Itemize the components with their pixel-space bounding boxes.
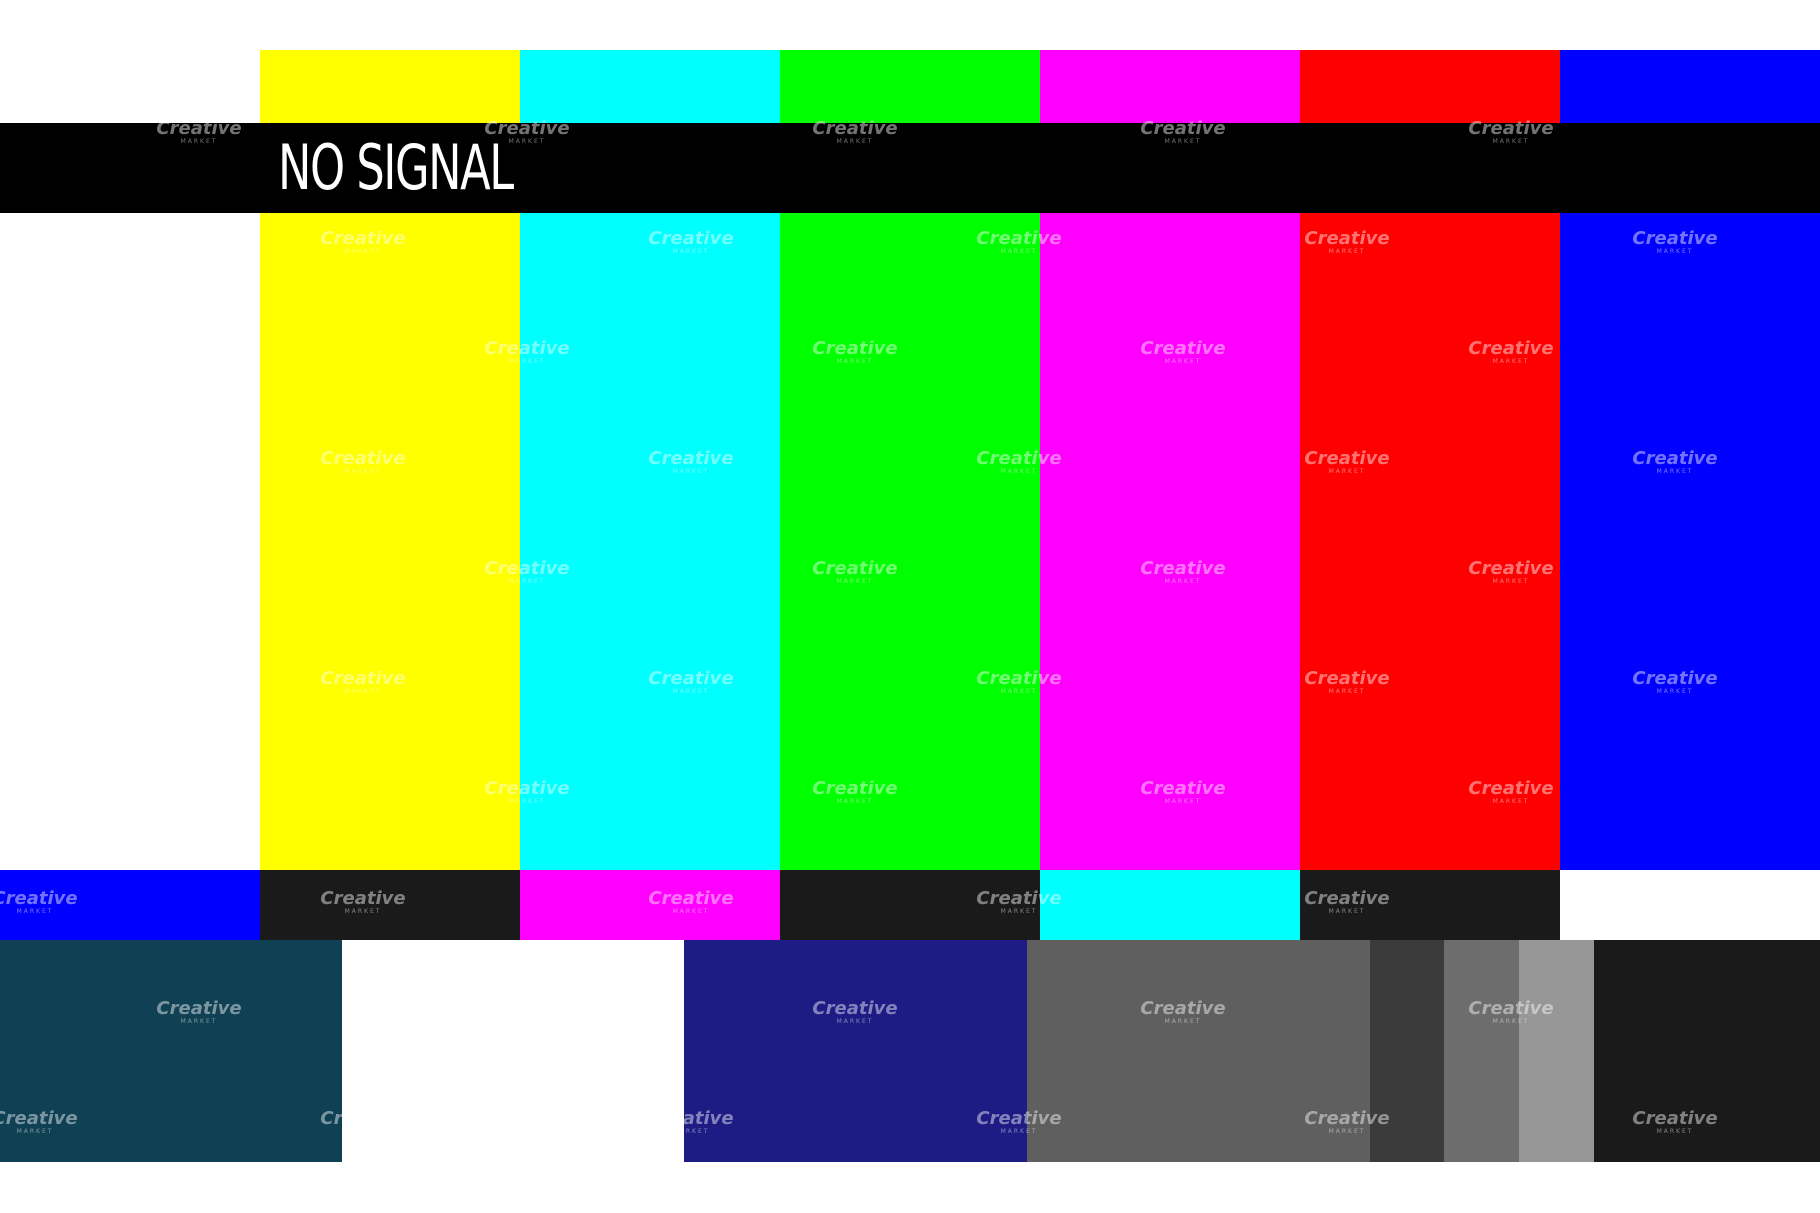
castellation-blue: [0, 870, 260, 940]
block-gray: [1027, 940, 1370, 1162]
castellation-strip: [0, 870, 1820, 940]
block-white: [342, 940, 684, 1162]
block-dark-teal: [0, 940, 342, 1162]
castellation-cyan: [1040, 870, 1300, 940]
watermark-subtitle: MARKET: [16, 28, 54, 35]
no-signal-text: NO SIGNAL: [278, 131, 514, 204]
block-indigo: [684, 940, 1027, 1162]
watermark: Creative MARKET: [1620, 10, 1730, 36]
watermark-subtitle: MARKET: [1328, 28, 1366, 35]
watermark-title: Creative: [320, 8, 406, 29]
watermark: Creative MARKET: [1292, 10, 1402, 36]
block-black: [1594, 940, 1820, 1162]
watermark: Creative MARKET: [964, 10, 1074, 36]
castellation-black: [780, 870, 1040, 940]
castellation-magenta: [520, 870, 780, 940]
watermark: Creative MARKET: [636, 10, 746, 36]
no-signal-banner: NO SIGNAL: [0, 123, 1820, 213]
block-pluge-light: [1519, 940, 1594, 1162]
watermark-title: Creative: [1304, 8, 1390, 29]
watermark-subtitle: MARKET: [1656, 28, 1694, 35]
watermark-title: Creative: [1632, 8, 1718, 29]
block-pluge-dark: [1370, 940, 1444, 1162]
watermark-title: Creative: [648, 8, 734, 29]
watermark-title: Creative: [0, 8, 78, 29]
watermark-subtitle: MARKET: [1000, 28, 1038, 35]
watermark: Creative MARKET: [0, 10, 90, 36]
watermark-subtitle: MARKET: [672, 28, 710, 35]
test-card: NO SIGNAL Creative MARKET Creative MARKET Cr…: [0, 0, 1820, 1213]
watermark-title: Creative: [976, 8, 1062, 29]
pluge-row: [0, 940, 1820, 1162]
watermark-subtitle: MARKET: [344, 28, 382, 35]
castellation-black: [260, 870, 520, 940]
castellation-white: [1560, 870, 1820, 940]
castellation-black: [1300, 870, 1560, 940]
block-pluge-mid: [1444, 940, 1519, 1162]
watermark: Creative MARKET: [308, 10, 418, 36]
